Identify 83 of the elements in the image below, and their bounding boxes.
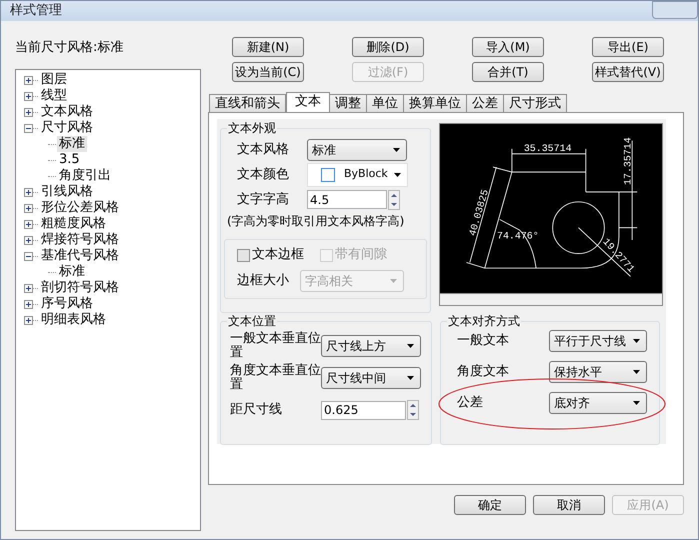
tree-item[interactable]: 形位公差风格 [40, 200, 120, 216]
dropdown[interactable]: 标准 [307, 138, 407, 160]
group-title: 文本位置 [227, 314, 277, 328]
expand-icon[interactable] [24, 204, 33, 212]
dropdown[interactable]: 尺寸线上方 [321, 335, 421, 357]
tree-item[interactable]: 尺寸风格 [40, 120, 94, 136]
dropdown[interactable]: 尺寸线中间 [321, 367, 421, 389]
dropdown-caret-icon [407, 376, 414, 380]
dropdown-caret-icon [394, 172, 401, 176]
expand-icon[interactable] [24, 188, 33, 196]
dropdown[interactable]: 平行于尺寸线 [549, 330, 647, 352]
number-field[interactable]: 0.625 [321, 400, 406, 420]
tree-item[interactable]: 标准 [57, 264, 87, 280]
dropdown-caret-icon [390, 279, 397, 283]
tab[interactable]: 调整 [329, 94, 367, 112]
tab[interactable]: 单位 [366, 94, 404, 112]
tree-item[interactable]: 基准代号风格 [40, 248, 120, 264]
expand-icon[interactable] [24, 236, 33, 244]
tree-item[interactable]: 焊接符号风格 [40, 232, 120, 248]
expand-icon[interactable] [24, 92, 33, 100]
tree-item[interactable]: 3.5 [57, 152, 82, 168]
group-title: 文本对齐方式 [447, 314, 521, 328]
dropdown-caret-icon [393, 148, 400, 152]
field-label: 一般文本 [457, 332, 510, 350]
dialog-button[interactable]: 取消 [533, 495, 605, 515]
hint-text: (字高为零时取引用文本风格字高) [226, 213, 406, 230]
tab[interactable]: 换算单位 [403, 94, 467, 112]
expand-icon[interactable] [24, 76, 33, 84]
checkbox[interactable]: 文本边框 [237, 245, 304, 265]
number-field[interactable]: 4.5 [307, 190, 387, 209]
dialog-button[interactable]: 设为当前(C) [232, 62, 304, 82]
color-dropdown[interactable]: ByBlock [307, 162, 408, 186]
dropdown-caret-icon [633, 370, 640, 374]
tree-item[interactable]: 剖切符号风格 [40, 280, 120, 296]
tree-item[interactable]: 序号风格 [40, 296, 94, 312]
tree-item[interactable]: 线型 [40, 88, 68, 104]
dropdown-caret-icon [633, 339, 640, 343]
dialog-button[interactable]: 样式替代(V) [592, 62, 664, 82]
dialog-button[interactable]: 合并(T) [472, 62, 544, 82]
color-swatch-icon [321, 168, 335, 182]
dialog-button[interactable]: 导出(E) [592, 37, 664, 57]
tree-item[interactable]: 明细表风格 [40, 312, 107, 328]
field-label: 边框大小 [237, 272, 290, 290]
dropdown[interactable]: 底对齐 [549, 392, 647, 414]
field-label: 公差 [457, 394, 484, 412]
tree-item[interactable]: 角度引出 [57, 168, 113, 184]
dropdown-caret-icon [407, 344, 414, 348]
dropdown-caret-icon [633, 401, 640, 405]
dropdown[interactable]: 保持水平 [549, 361, 647, 383]
tree-item[interactable]: 文本风格 [40, 104, 94, 120]
field-label: 文字字高 [237, 190, 290, 209]
window-title: 样式管理 [9, 2, 62, 20]
spin-buttons[interactable] [407, 400, 419, 420]
field-label: 文本风格 [237, 140, 290, 159]
expand-icon[interactable] [24, 220, 33, 228]
field-label: 距尺寸线 [230, 403, 283, 417]
dialog-button[interactable]: 导入(M) [472, 37, 544, 57]
dimension-label: 17.35714 [622, 137, 634, 185]
spin-buttons[interactable] [388, 190, 400, 210]
tab[interactable]: 尺寸形式 [503, 94, 567, 112]
tree-item[interactable]: 图层 [40, 72, 68, 88]
expand-icon[interactable] [24, 316, 33, 324]
dialog-button[interactable]: 确定 [454, 495, 526, 515]
tree-item[interactable]: 粗糙度风格 [40, 216, 107, 232]
tree-item[interactable]: 标准 [57, 136, 87, 152]
expand-icon[interactable] [24, 300, 33, 308]
tab[interactable]: 文本 [286, 92, 330, 113]
collapse-icon[interactable] [24, 252, 33, 260]
dialog-button[interactable]: 删除(D) [352, 37, 424, 57]
collapse-icon[interactable] [24, 124, 33, 132]
expand-icon[interactable] [24, 108, 33, 116]
tab[interactable]: 直线和箭头 [209, 94, 286, 112]
group-title: 文本外观 [227, 121, 277, 135]
dimension-label: 35.35714 [524, 143, 572, 154]
dialog-button[interactable]: 新建(N) [232, 37, 304, 57]
field-label: 一般文本垂直位置 [230, 332, 321, 360]
current-style-label: 当前尺寸风格:标准 [15, 40, 124, 55]
tree-item[interactable]: 引线风格 [40, 184, 94, 200]
tab[interactable]: 公差 [466, 94, 504, 112]
field-label: 角度文本垂直位置 [230, 364, 321, 392]
field-label: 角度文本 [457, 363, 510, 382]
field-label: 文本颜色 [237, 166, 290, 184]
expand-icon[interactable] [24, 284, 33, 292]
